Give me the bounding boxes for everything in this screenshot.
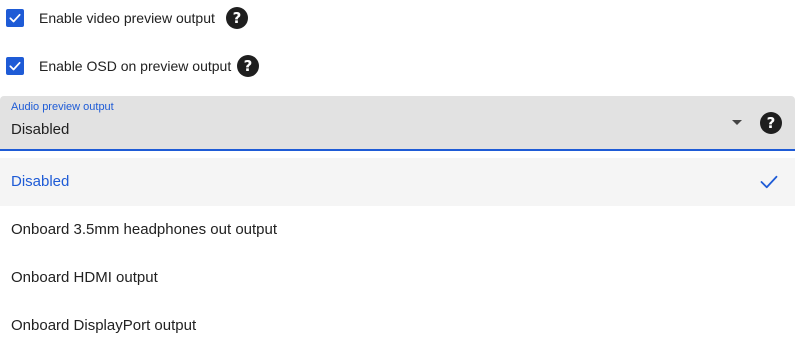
menu-item-label: Onboard DisplayPort output: [11, 317, 197, 334]
check-icon: [760, 175, 778, 189]
audio-preview-help-icon[interactable]: ?: [760, 112, 782, 134]
menu-item-hdmi[interactable]: Onboard HDMI output: [0, 254, 795, 302]
audio-preview-select[interactable]: Audio preview output Disabled ?: [0, 96, 795, 151]
menu-item-label: Onboard HDMI output: [11, 269, 158, 286]
menu-item-label: Onboard 3.5mm headphones out output: [11, 221, 278, 238]
osd-preview-label: Enable OSD on preview output: [39, 58, 232, 74]
caret-down-icon[interactable]: [732, 120, 742, 125]
video-preview-help-icon[interactable]: ?: [226, 7, 248, 29]
video-preview-checkbox[interactable]: [6, 9, 24, 27]
osd-preview-checkbox[interactable]: [6, 57, 24, 75]
audio-preview-label: Audio preview output: [11, 101, 114, 113]
menu-item-label: Disabled: [11, 173, 70, 190]
audio-preview-value: Disabled: [11, 121, 70, 138]
checkmark-icon: [9, 61, 21, 71]
menu-item-disabled[interactable]: Disabled: [0, 158, 795, 206]
osd-preview-help-icon[interactable]: ?: [237, 55, 259, 77]
audio-preview-menu: Disabled Onboard 3.5mm headphones out ou…: [0, 158, 795, 340]
menu-item-headphones[interactable]: Onboard 3.5mm headphones out output: [0, 206, 795, 254]
menu-item-displayport[interactable]: Onboard DisplayPort output: [0, 302, 795, 340]
video-preview-label: Enable video preview output: [39, 10, 215, 26]
checkmark-icon: [9, 13, 21, 23]
settings-panel: Enable video preview output ? Enable OSD…: [0, 0, 795, 340]
